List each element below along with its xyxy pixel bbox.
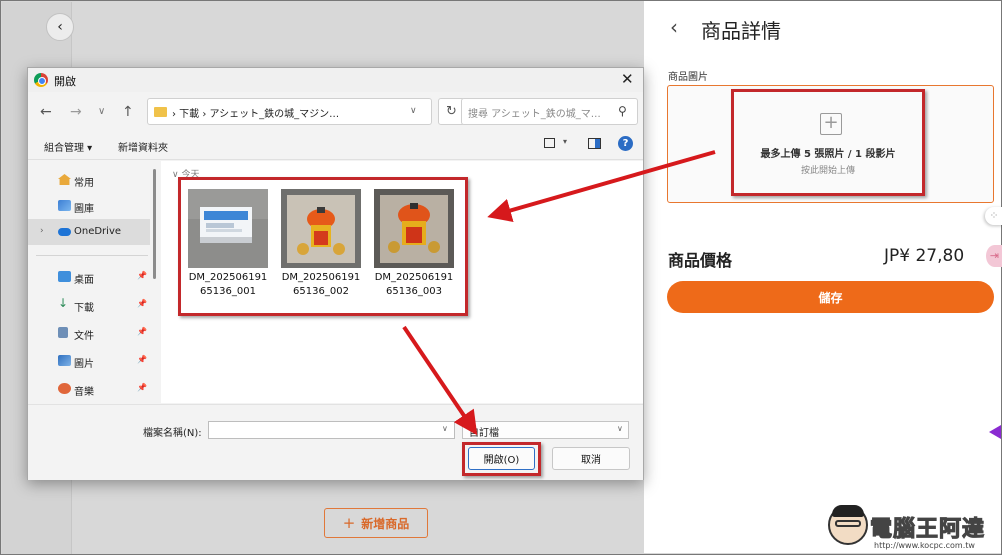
pin-icon[interactable]: 📌 xyxy=(137,327,147,336)
save-button[interactable]: 儲存 xyxy=(667,281,994,313)
pin-icon[interactable]: 📌 xyxy=(137,355,147,364)
chevron-right-icon[interactable]: › xyxy=(40,226,44,236)
picture-icon xyxy=(58,355,71,366)
up-arrow-icon[interactable]: ↑ xyxy=(122,104,134,120)
sidebar-item-music[interactable]: 音樂 📌 xyxy=(28,376,150,402)
search-placeholder: 搜尋 アシェット_鉄の城_マ… xyxy=(468,109,601,120)
document-icon xyxy=(58,327,68,338)
recent-locations-icon[interactable]: ∨ xyxy=(98,106,105,117)
cancel-button[interactable]: 取消 xyxy=(552,447,630,470)
cloud-icon xyxy=(58,228,71,236)
open-file-dialog: 開啟 ✕ ← → ∨ ↑ › 下載 › アシェット_鉄の城_マジン… ∨ ↻ 搜… xyxy=(27,67,644,480)
product-detail-panel: ‹ 商品詳情 商品圖片 + 最多上傳 5 張照片 / 1 段影片 按此開始上傳 … xyxy=(643,1,1002,553)
pin-icon[interactable]: 📌 xyxy=(137,299,147,308)
watermark-logo: 電腦王阿達 http://www.kocpc.com.tw xyxy=(828,505,1000,553)
watermark-face-icon xyxy=(828,505,868,545)
chevron-down-icon[interactable]: ∨ xyxy=(410,106,417,116)
help-icon[interactable]: ? xyxy=(618,136,633,151)
sidebar-item-downloads[interactable]: ↓ 下載 📌 xyxy=(28,292,150,318)
close-icon[interactable]: ✕ xyxy=(621,70,634,88)
background-back-button[interactable]: ‹ xyxy=(46,13,74,41)
panel-title: 商品詳情 xyxy=(701,19,781,43)
chevron-down-icon[interactable]: ∨ xyxy=(442,424,448,433)
sidebar-item-gallery[interactable]: 圖庫 xyxy=(28,193,150,219)
forward-arrow-icon[interactable]: → xyxy=(70,104,82,120)
chevron-down-icon[interactable]: ▾ xyxy=(563,137,567,146)
download-icon: ↓ xyxy=(58,296,69,310)
desktop-icon xyxy=(58,271,71,282)
preview-pane-icon[interactable] xyxy=(588,138,601,149)
product-image-label: 商品圖片 xyxy=(668,72,708,83)
add-product-label: 新增商品 xyxy=(361,516,410,531)
sidebar-divider xyxy=(36,255,148,256)
filetype-value: 自訂檔 xyxy=(469,428,499,439)
organize-menu[interactable]: 組合管理 ▾ xyxy=(44,139,92,154)
dialog-titlebar: 開啟 ✕ xyxy=(28,68,643,92)
filetype-select[interactable]: 自訂檔 ∨ xyxy=(462,421,629,439)
address-bar[interactable]: › 下載 › アシェット_鉄の城_マジン… ∨ xyxy=(147,98,432,125)
gallery-icon xyxy=(58,200,71,211)
home-icon xyxy=(58,174,71,185)
sidebar-scrollbar[interactable] xyxy=(153,169,156,279)
chevron-down-icon[interactable]: ∨ xyxy=(617,424,623,433)
chevron-left-icon[interactable]: ‹ xyxy=(670,15,678,39)
side-tab-icon[interactable]: ⇥ xyxy=(986,245,1002,267)
pin-icon[interactable]: 📌 xyxy=(137,383,147,392)
search-icon[interactable]: ⚲ xyxy=(618,104,627,118)
sidebar-item-home[interactable]: 常用 xyxy=(28,167,150,193)
folder-icon xyxy=(154,107,167,117)
chrome-icon xyxy=(34,73,48,87)
grid-icon[interactable]: ⁘ xyxy=(985,207,1002,225)
watermark-text: 電腦王阿達 xyxy=(869,517,986,543)
sidebar-item-pictures[interactable]: 圖片 📌 xyxy=(28,348,150,374)
dialog-title: 開啟 xyxy=(54,75,76,88)
chevron-left-icon: ‹ xyxy=(57,19,63,35)
product-price-value: JP¥ 27,80 xyxy=(884,246,965,266)
watermark-url: http://www.kocpc.com.tw xyxy=(874,541,975,550)
product-price-label: 商品價格 xyxy=(668,251,733,270)
dialog-footer: 檔案名稱(N): ∨ 自訂檔 ∨ 開啟(O) 取消 xyxy=(28,404,643,480)
dialog-toolbar: 組合管理 ▾ 新增資料夾 ▾ ? xyxy=(28,132,643,160)
view-mode-icon[interactable] xyxy=(544,138,555,148)
music-icon xyxy=(58,383,71,394)
new-folder-button[interactable]: 新增資料夾 xyxy=(118,139,168,154)
pin-icon[interactable]: 📌 xyxy=(137,271,147,280)
search-input[interactable]: 搜尋 アシェット_鉄の城_マ… ⚲ xyxy=(461,98,638,125)
sidebar-item-desktop[interactable]: 桌面 📌 xyxy=(28,264,150,290)
filename-input[interactable]: ∨ xyxy=(208,421,455,439)
sidebar-item-documents[interactable]: 文件 📌 xyxy=(28,320,150,346)
add-product-button[interactable]: + 新增商品 xyxy=(324,508,428,538)
plus-icon: + xyxy=(342,514,356,532)
annotation-highlight-files xyxy=(178,177,468,316)
annotation-highlight-open xyxy=(462,442,541,476)
file-list: ∨ 今天 DM_202506191 65136_001 DM_202506191… xyxy=(161,161,643,403)
navigation-pane: 常用 圖庫 › OneDrive 桌面 📌 ↓ 下載 📌 文件 📌 圖片 📌 音… xyxy=(28,161,156,403)
address-path[interactable]: › 下載 › アシェット_鉄の城_マジン… xyxy=(172,105,339,120)
annotation-highlight-upload xyxy=(731,89,925,196)
side-arrow-icon[interactable] xyxy=(989,425,1001,439)
dialog-navbar: ← → ∨ ↑ › 下載 › アシェット_鉄の城_マジン… ∨ ↻ 搜尋 アシェ… xyxy=(28,94,643,130)
back-arrow-icon[interactable]: ← xyxy=(40,104,52,120)
filename-label: 檔案名稱(N): xyxy=(143,428,202,439)
sidebar-item-onedrive[interactable]: › OneDrive xyxy=(28,219,150,245)
